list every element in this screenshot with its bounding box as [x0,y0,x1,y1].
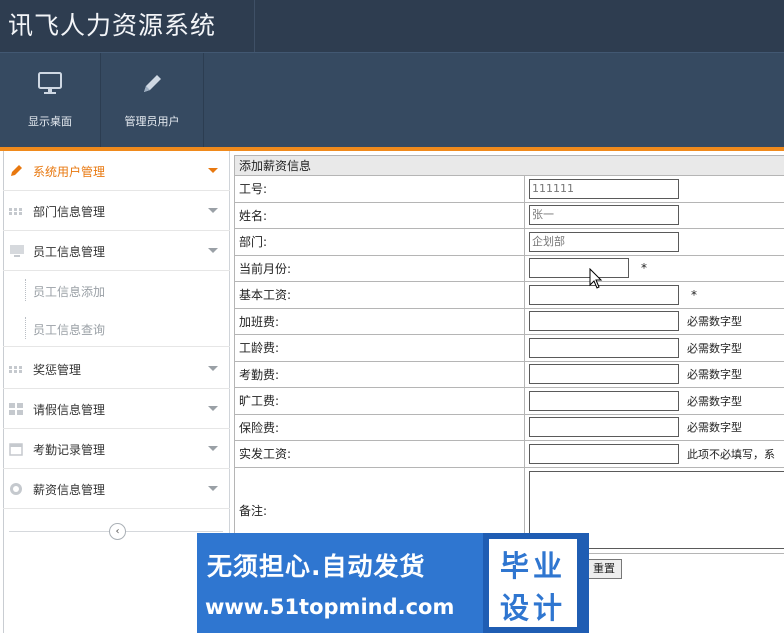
form-row: 部门: 企划部 [234,228,784,256]
form-row: 姓名: 张一 [234,201,784,229]
show-desktop-button[interactable]: 显示桌面 [0,53,100,148]
chevron-down-icon [208,248,218,253]
numeric-hint: 必需数字型 [687,315,742,329]
chevron-down-icon [208,486,218,491]
absence-fee-field[interactable] [529,390,679,411]
insurance-field[interactable] [529,417,679,438]
sidebar-item-rewards[interactable]: 奖惩管理 [3,349,230,389]
title-bar: 讯飞人力资源系统 [0,0,784,52]
chevron-down-icon [208,406,218,411]
net-salary-label: 实发工资: [234,440,525,468]
sidebar-item-label: 请假信息管理 [33,403,106,417]
reset-button[interactable]: 重置 [586,559,622,579]
watermark-logo-text: 设计 [499,591,566,625]
sidebar-item-leave[interactable]: 请假信息管理 [3,389,230,429]
sidebar-item-employees[interactable]: 员工信息管理 [3,231,230,271]
numeric-hint: 必需数字型 [687,368,742,382]
overtime-field[interactable] [529,311,679,332]
sidebar: 系统用户管理 部门信息管理 员工信息管理 员工信息添加 员工信息查询 奖惩管理 … [3,151,230,633]
sidebar-subitem-query-employee[interactable]: 员工信息查询 [3,309,230,347]
sidebar-subitem-add-employee[interactable]: 员工信息添加 [3,271,230,309]
sidebar-item-system-users[interactable]: 系统用户管理 [3,151,230,191]
title-divider [254,0,255,52]
base-salary-field[interactable] [529,284,679,305]
monitor-icon [36,71,64,100]
absence-fee-label: 旷工费: [234,387,525,415]
sidebar-item-label: 薪资信息管理 [33,483,106,497]
attendance-fee-field[interactable] [529,364,679,385]
sidebar-subitem-label: 员工信息添加 [33,285,106,299]
form-row: 加班费: 必需数字型 [234,307,784,335]
net-salary-hint: 此项不必填写，系 [687,447,775,461]
form-header: 添加薪资信息 [234,155,784,176]
form-row: 实发工资: 此项不必填写，系 [234,440,784,468]
employee-id-label: 工号: [234,175,525,203]
form-row: 考勤费: 必需数字型 [234,360,784,388]
mouse-cursor-icon [589,267,603,293]
sidebar-item-label: 系统用户管理 [33,165,106,179]
sidebar-item-attendance[interactable]: 考勤记录管理 [3,429,230,469]
form-row: 工号: 111111 [234,175,784,203]
salary-form: 添加薪资信息 工号: 111111 姓名: 张一 部门: 企划部 当前月份: *… [234,155,784,554]
columns-icon [9,402,23,416]
watermark-logo-text: 毕业 [499,549,566,583]
chevron-down-icon [208,366,218,371]
admin-user-button[interactable]: 管理员用户 [101,53,203,148]
required-mark: * [691,287,697,302]
pencil-icon [139,71,165,100]
form-row: 旷工费: 必需数字型 [234,387,784,415]
overtime-label: 加班费: [234,307,525,335]
department-label: 部门: [234,228,525,256]
collapse-sidebar-button[interactable]: ‹ [109,523,126,540]
form-row: 保险费: 必需数字型 [234,413,784,441]
toolbar-divider [203,53,204,148]
department-field[interactable]: 企划部 [529,231,679,252]
watermark-banner: 无须担心.自动发货 www.51topmind.com 毕业 设计 [197,533,589,633]
monitor-icon [9,244,24,258]
net-salary-field[interactable] [529,443,679,464]
sidebar-item-label: 员工信息管理 [33,245,106,259]
month-label: 当前月份: [234,254,525,282]
insurance-label: 保险费: [234,413,525,441]
lifebuoy-icon [9,482,23,496]
sidebar-item-label: 考勤记录管理 [33,443,106,457]
form-row: 当前月份: * [234,254,784,282]
required-mark: * [641,261,647,276]
month-field[interactable] [529,258,629,279]
numeric-hint: 必需数字型 [687,341,742,355]
pencil-icon [9,164,23,178]
chevron-down-icon [208,446,218,451]
form-row: 工龄费: 必需数字型 [234,334,784,362]
sidebar-collapse-bar: ‹ [9,521,223,543]
seniority-field[interactable] [529,337,679,358]
sidebar-item-salary[interactable]: 薪资信息管理 [3,469,230,509]
attendance-fee-label: 考勤费: [234,360,525,388]
numeric-hint: 必需数字型 [687,421,742,435]
app-title: 讯飞人力资源系统 [8,11,217,40]
name-field[interactable]: 张一 [529,205,679,226]
base-salary-label: 基本工资: [234,281,525,309]
admin-user-label: 管理员用户 [124,115,180,128]
name-label: 姓名: [234,201,525,229]
form-row: 基本工资: * [234,281,784,309]
employee-id-field[interactable]: 111111 [529,178,679,199]
seniority-label: 工龄费: [234,334,525,362]
sidebar-subitem-label: 员工信息查询 [33,323,106,337]
sidebar-item-label: 奖惩管理 [33,363,82,377]
sidebar-item-label: 部门信息管理 [33,205,106,219]
toolbar: 显示桌面 管理员用户 [0,52,784,148]
chevron-down-icon [208,208,218,213]
grid-icon [9,204,23,218]
chevron-down-icon [208,168,218,173]
calendar-icon [9,442,23,456]
grid-icon [9,362,23,376]
watermark-logo: 毕业 设计 [489,539,577,627]
numeric-hint: 必需数字型 [687,394,742,408]
sidebar-item-departments[interactable]: 部门信息管理 [3,191,230,231]
watermark-slogan: 无须担心.自动发货 [207,552,426,581]
watermark-url: www.51topmind.com [205,595,455,619]
show-desktop-label: 显示桌面 [28,115,72,128]
